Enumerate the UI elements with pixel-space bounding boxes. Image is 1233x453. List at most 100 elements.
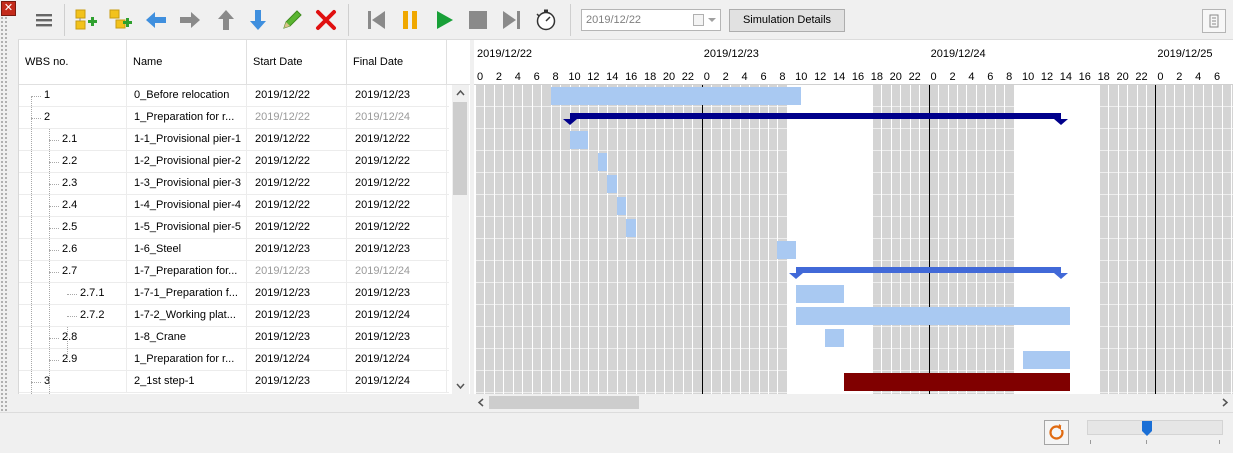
timeline-hour-label: 6 [987, 71, 994, 83]
timeline-hour-label: 2 [722, 71, 729, 83]
simulation-details-button[interactable]: Simulation Details [729, 9, 845, 32]
arrow-right-icon[interactable] [176, 6, 204, 34]
window-grip[interactable] [0, 0, 9, 453]
wbs-cell: 2.4 [19, 195, 127, 217]
task-name-cell: 1_Preparation for r... [127, 349, 247, 371]
add-task-icon[interactable] [72, 6, 100, 34]
row-gridline [474, 304, 1233, 305]
timeline-day-label: 2019/12/22 [477, 48, 533, 60]
wbs-number: 2.1 [62, 133, 78, 145]
play-icon[interactable] [430, 6, 458, 34]
calendar-icon[interactable] [693, 14, 704, 26]
edit-pencil-icon[interactable] [278, 6, 306, 34]
table-row[interactable]: 2.8 1-8_Crane 2019/12/23 2019/12/23 [19, 327, 449, 349]
gantt-task-bar[interactable] [1023, 351, 1071, 369]
slider-tick [1219, 440, 1220, 444]
table-row[interactable]: 1 0_Before relocation 2019/12/22 2019/12/23 [19, 85, 449, 107]
gantt-task-bar[interactable] [616, 197, 627, 215]
gantt-summary-bar[interactable] [796, 267, 1061, 273]
gantt-task-bar[interactable] [843, 373, 1071, 391]
timeline-hour-label: 4 [1195, 71, 1202, 83]
gantt-task-bar[interactable] [777, 241, 797, 259]
table-row[interactable]: 2.7.2 1-7-2_Working plat... 2019/12/23 2019… [19, 305, 449, 327]
list-panel-icon [1209, 14, 1219, 28]
start-date-cell: 2019/12/23 [247, 261, 347, 283]
wbs-cell: 2.2 [19, 151, 127, 173]
timeline-hour-label: 6 [1214, 71, 1221, 83]
row-gridline [474, 106, 1233, 107]
final-date-cell: 2019/12/22 [347, 151, 447, 173]
row-gridline [474, 282, 1233, 283]
timeline-hour-label: 20 [662, 71, 676, 83]
skip-forward-icon[interactable] [498, 6, 526, 34]
scroll-up-icon[interactable] [452, 85, 469, 102]
gantt-task-bar[interactable] [569, 131, 589, 149]
table-row[interactable]: 2.5 1-5_Provisional pier-5 2019/12/22 2019/… [19, 217, 449, 239]
scroll-down-icon[interactable] [452, 377, 469, 394]
column-header-final-date[interactable]: Final Date [347, 40, 447, 85]
table-row[interactable]: 2.9 1_Preparation for r... 2019/12/24 2019/… [19, 349, 449, 371]
table-row[interactable]: 2 1_Preparation for r... 2019/12/22 2019/12… [19, 107, 449, 129]
scroll-left-icon[interactable] [474, 394, 489, 411]
table-row[interactable]: 2.6 1-6_Steel 2019/12/23 2019/12/23 [19, 239, 449, 261]
start-date-cell: 2019/12/22 [247, 173, 347, 195]
timeline-hour-label: 4 [741, 71, 748, 83]
gantt-task-bar[interactable] [607, 175, 617, 193]
timeline-hour-label: 2 [495, 71, 502, 83]
table-row[interactable]: 2.3 1-3_Provisional pier-3 2019/12/22 2019/… [19, 173, 449, 195]
start-date-cell: 2019/12/22 [247, 151, 347, 173]
pause-icon[interactable] [396, 6, 424, 34]
gantt-summary-bar[interactable] [569, 113, 1061, 119]
gantt-task-bar[interactable] [796, 307, 1071, 325]
gantt-task-bar[interactable] [796, 285, 844, 303]
column-header-name[interactable]: Name [127, 40, 247, 85]
stopwatch-icon[interactable] [532, 6, 560, 34]
timeline-hour-label: 12 [1040, 71, 1054, 83]
table-row[interactable]: 2.2 1-2_Provisional pier-2 2019/12/22 2019/… [19, 151, 449, 173]
arrow-down-icon[interactable] [244, 6, 272, 34]
table-row[interactable]: 3 2_1st step-1 2019/12/23 2019/12/24 [19, 371, 449, 393]
wbs-number: 2.9 [62, 353, 78, 365]
timeline-hour-label: 22 [1135, 71, 1148, 83]
delete-x-icon[interactable] [312, 6, 340, 34]
table-row[interactable]: 2.7.1 1-7-1_Preparation f... 2019/12/23 201… [19, 283, 449, 305]
add-subtask-icon[interactable] [106, 6, 134, 34]
scroll-right-icon[interactable] [1217, 394, 1232, 411]
chevron-down-icon[interactable] [708, 18, 716, 22]
tree-connector [67, 294, 77, 295]
task-name-cell: 2_1st step-1 [127, 371, 247, 393]
date-picker-input[interactable]: 2019/12/22 [581, 9, 721, 31]
timeline-hour-label: 4 [514, 71, 521, 83]
task-name-cell: 1-2_Provisional pier-2 [127, 151, 247, 173]
final-date-cell: 2019/12/24 [347, 261, 447, 283]
day-divider-line [928, 85, 930, 394]
stop-icon[interactable] [464, 6, 492, 34]
skip-back-icon[interactable] [362, 6, 390, 34]
table-row[interactable]: 2.7 1-7_Preparation for... 2019/12/23 2019/… [19, 261, 449, 283]
timeline-hour-label: 14 [1059, 71, 1073, 83]
wbs-number: 2.4 [62, 199, 78, 211]
column-header-start-date[interactable]: Start Date [247, 40, 347, 85]
horizontal-scroll-thumb[interactable] [489, 396, 639, 409]
gantt-task-bar[interactable] [597, 153, 608, 171]
task-name-cell: 1_Preparation for r... [127, 107, 247, 129]
arrow-left-icon[interactable] [142, 6, 170, 34]
arrow-up-icon[interactable] [212, 6, 240, 34]
start-date-cell: 2019/12/22 [247, 85, 347, 107]
zoom-slider-thumb[interactable] [1142, 421, 1152, 436]
panel-toggle-button[interactable] [1202, 9, 1226, 33]
final-date-cell: 2019/12/23 [347, 283, 447, 305]
table-row[interactable]: 2.4 1-4_Provisional pier-4 2019/12/22 2019/… [19, 195, 449, 217]
close-icon[interactable]: ✕ [1, 1, 16, 16]
gantt-task-bar[interactable] [550, 87, 802, 105]
gantt-task-bar[interactable] [626, 219, 636, 237]
table-row[interactable]: 2.1 1-1_Provisional pier-1 2019/12/22 2019/… [19, 129, 449, 151]
wbs-cell: 2.7 [19, 261, 127, 283]
gantt-task-bar[interactable] [824, 329, 844, 347]
zoom-slider[interactable] [1087, 420, 1223, 435]
hamburger-menu-icon[interactable] [30, 6, 58, 34]
column-header-wbs[interactable]: WBS no. [19, 40, 127, 85]
vertical-scroll-thumb[interactable] [453, 102, 467, 195]
slider-tick [1146, 440, 1147, 444]
refresh-button[interactable] [1044, 420, 1069, 445]
